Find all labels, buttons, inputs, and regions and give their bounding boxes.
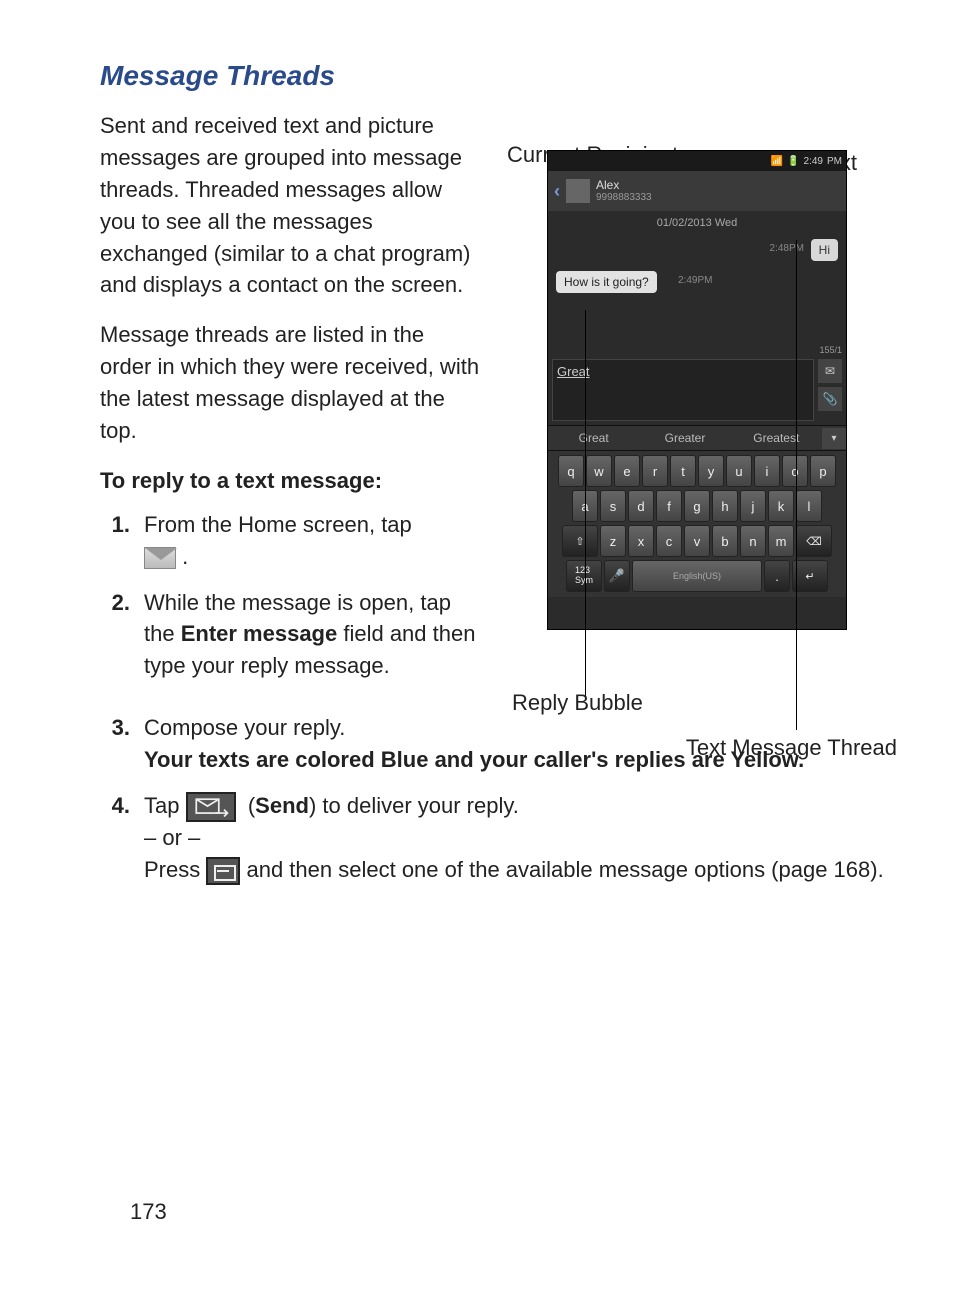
suggestion-bar: Great Greater Greatest ▾: [548, 425, 846, 451]
step-3-number: 3.: [100, 712, 144, 744]
step-4-or: – or –: [144, 825, 200, 850]
step-1-text-a: From the Home screen, tap: [144, 512, 412, 537]
key-m[interactable]: m: [768, 525, 794, 557]
step-2: 2. While the message is open, tap the En…: [100, 587, 480, 683]
conversation-header: ‹ Alex 9998883333: [548, 171, 846, 211]
incoming-timestamp: 2:49PM: [678, 275, 712, 286]
key-f[interactable]: f: [656, 490, 682, 522]
key-i[interactable]: i: [754, 455, 780, 487]
incoming-bubble: How is it going?: [556, 271, 657, 293]
step-4-send-label: Send: [255, 793, 309, 818]
status-ampm: PM: [827, 156, 842, 167]
key-p[interactable]: p: [810, 455, 836, 487]
key-v[interactable]: v: [684, 525, 710, 557]
page-number: 173: [130, 1199, 167, 1225]
suggestion-3[interactable]: Greatest: [731, 426, 822, 450]
avatar: [566, 179, 590, 203]
key-c[interactable]: c: [656, 525, 682, 557]
back-icon[interactable]: ‹: [554, 181, 560, 202]
label-thread: Text Message Thread: [686, 735, 897, 761]
send-button-icon: [186, 792, 236, 822]
suggestion-dropdown-icon[interactable]: ▾: [822, 428, 846, 449]
key-t[interactable]: t: [670, 455, 696, 487]
step-1-text-b: .: [182, 544, 188, 569]
label-reply-bubble: Reply Bubble: [512, 690, 643, 716]
paragraph-1: Sent and received text and picture messa…: [100, 110, 480, 301]
status-time: 2:49: [804, 156, 823, 167]
paragraph-2: Message threads are listed in the order …: [100, 319, 480, 447]
outgoing-bubble: Hi: [811, 239, 838, 261]
step-4: 4. Tap (Send) to deliver your reply. – o…: [100, 790, 894, 886]
key-shift[interactable]: ⇧: [562, 525, 598, 557]
key-enter[interactable]: ↵: [792, 560, 828, 592]
key-n[interactable]: n: [740, 525, 766, 557]
attach-icon[interactable]: 📎: [818, 387, 842, 411]
key-z[interactable]: z: [600, 525, 626, 557]
step-1-number: 1.: [100, 509, 144, 541]
key-backspace[interactable]: ⌫: [796, 525, 832, 557]
key-mic[interactable]: 🎤: [604, 560, 630, 592]
key-q[interactable]: q: [558, 455, 584, 487]
char-count: 155/1: [548, 345, 846, 355]
suggestion-2[interactable]: Greater: [639, 426, 730, 450]
step-2-number: 2.: [100, 587, 144, 619]
date-divider: 01/02/2013 Wed: [548, 211, 846, 235]
contact-number: 9998883333: [596, 192, 652, 203]
key-space[interactable]: English(US): [632, 560, 762, 592]
key-sym[interactable]: 123 Sym: [566, 560, 602, 592]
key-s[interactable]: s: [600, 490, 626, 522]
section-title: Message Threads: [100, 60, 894, 92]
key-u[interactable]: u: [726, 455, 752, 487]
signal-icon: 📶: [771, 156, 783, 167]
step-1: 1. From the Home screen, tap .: [100, 509, 480, 573]
key-period[interactable]: .: [764, 560, 790, 592]
contact-name: Alex: [596, 179, 652, 192]
key-k[interactable]: k: [768, 490, 794, 522]
status-bar: 📶 🔋 2:49 PM: [548, 151, 846, 171]
step-4-text-d: and then select one of the available mes…: [246, 857, 883, 882]
step-4-text-a: Tap: [144, 793, 186, 818]
key-r[interactable]: r: [642, 455, 668, 487]
phone-mock: 📶 🔋 2:49 PM ‹ Alex 9998883333 01/02/2013…: [547, 150, 847, 630]
instruction-heading: To reply to a text message:: [100, 465, 480, 497]
send-icon[interactable]: ✉: [818, 359, 842, 383]
step-3-text-a: Compose your reply.: [144, 715, 345, 740]
suggestion-1[interactable]: Great: [548, 426, 639, 450]
step-4-text-c: Press: [144, 857, 206, 882]
key-l[interactable]: l: [796, 490, 822, 522]
messaging-app-icon: [144, 547, 176, 569]
battery-icon: 🔋: [787, 156, 799, 167]
key-y[interactable]: y: [698, 455, 724, 487]
key-w[interactable]: w: [586, 455, 612, 487]
outgoing-timestamp: 2:48PM: [770, 243, 804, 254]
key-j[interactable]: j: [740, 490, 766, 522]
key-o[interactable]: o: [782, 455, 808, 487]
key-b[interactable]: b: [712, 525, 738, 557]
step-4-text-b: ) to deliver your reply.: [309, 793, 519, 818]
keyboard: qwertyuiop asdfghjkl ⇧zxcvbnm⌫ 123 Sym 🎤…: [548, 451, 846, 597]
key-g[interactable]: g: [684, 490, 710, 522]
key-h[interactable]: h: [712, 490, 738, 522]
key-e[interactable]: e: [614, 455, 640, 487]
menu-button-icon: [206, 857, 240, 885]
compose-input[interactable]: [552, 359, 814, 421]
message-thread-area: 2:48PM Hi How is it going? 2:49PM: [548, 235, 846, 345]
step-4-number: 4.: [100, 790, 144, 822]
key-x[interactable]: x: [628, 525, 654, 557]
key-d[interactable]: d: [628, 490, 654, 522]
step-2-bold: Enter message: [181, 621, 338, 646]
phone-figure: Current Recipient My Text 📶 🔋 2:49 PM ‹ …: [517, 150, 877, 630]
